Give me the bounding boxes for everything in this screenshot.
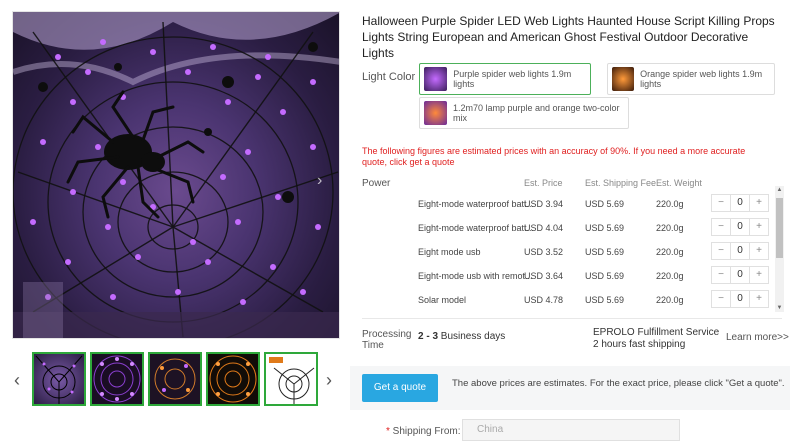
divider — [362, 318, 782, 319]
price-header: Est. Price — [524, 178, 563, 188]
get-quote-button[interactable]: Get a quote — [362, 374, 438, 402]
quantity-stepper: − 0 + — [711, 266, 769, 284]
quantity-stepper: − 0 + — [711, 242, 769, 260]
row-weight: 220.0g — [656, 199, 684, 209]
thumbnail-4[interactable] — [206, 352, 260, 406]
row-shipping: USD 5.69 — [585, 295, 625, 305]
thumb-orange-web-icon — [209, 355, 257, 403]
thumb-web-icon — [35, 355, 83, 404]
table-row: Eight-mode waterproof batt... USD 4.04 U… — [362, 216, 772, 240]
thumb-white-web-icon — [269, 357, 315, 404]
quantity-value[interactable]: 0 — [730, 219, 750, 235]
processing-time-value: 2 - 3 Business days — [418, 331, 505, 342]
mix-swatch — [424, 101, 447, 125]
learn-more-link[interactable]: Learn more>> — [726, 332, 789, 343]
row-shipping: USD 5.69 — [585, 199, 625, 209]
spider-web-illustration — [13, 12, 339, 338]
fulfillment-service: EPROLO Fulfillment Service 2 hours fast … — [593, 327, 719, 351]
quantity-value[interactable]: 0 — [730, 291, 750, 307]
quantity-value[interactable]: 0 — [730, 195, 750, 211]
quantity-stepper: − 0 + — [711, 218, 769, 236]
row-shipping: USD 5.69 — [585, 223, 625, 233]
light-option-label: Purple spider web lights 1.9m lights — [453, 69, 572, 89]
table-row: Solar model USD 4.78 USD 5.69 220.0g − 0… — [362, 288, 772, 312]
thumbnail-2[interactable] — [90, 352, 144, 406]
thumbnail-5[interactable] — [264, 352, 318, 406]
shipping-from-label: * Shipping From: — [386, 426, 461, 437]
processing-days: 2 - 3 — [418, 331, 439, 342]
table-row: Eight-mode usb with remot... USD 3.64 US… — [362, 264, 772, 288]
processing-days-suffix: Business days — [438, 331, 506, 342]
thumbnail-1[interactable] — [32, 352, 86, 406]
light-option-purple[interactable]: Purple spider web lights 1.9m lights — [419, 63, 591, 95]
weight-header: Est. Weight — [656, 178, 702, 188]
product-main-image: › — [12, 11, 340, 339]
product-title: Halloween Purple Spider LED Web Lights H… — [362, 14, 775, 60]
row-power: Eight-mode waterproof batt... — [418, 199, 535, 209]
fulfillment-speed: 2 hours fast shipping — [593, 339, 686, 350]
shipping-from-field[interactable]: China — [462, 419, 680, 441]
row-power: Eight mode usb — [418, 247, 481, 257]
increment-button[interactable]: + — [750, 219, 768, 235]
row-power: Eight-mode usb with remot... — [418, 271, 533, 281]
row-price: USD 4.04 — [524, 223, 564, 233]
decrement-button[interactable]: − — [712, 219, 730, 235]
thumb-mixed-web-icon — [154, 358, 196, 400]
processing-time-label: Processing Time — [362, 329, 412, 351]
increment-button[interactable]: + — [750, 267, 768, 283]
shipping-from-text: Shipping From: — [389, 426, 461, 437]
decrement-button[interactable]: − — [712, 195, 730, 211]
shipping-header: Est. Shipping Fee — [585, 178, 657, 188]
increment-button[interactable]: + — [750, 243, 768, 259]
row-weight: 220.0g — [656, 271, 684, 281]
chevron-left-icon[interactable]: ‹ — [14, 370, 20, 391]
light-option-mix[interactable]: 1.2m70 lamp purple and orange two-color … — [419, 97, 629, 129]
light-option-orange[interactable]: Orange spider web lights 1.9m lights — [607, 63, 775, 95]
row-weight: 220.0g — [656, 223, 684, 233]
estimate-warning: The following figures are estimated pric… — [362, 146, 746, 167]
quote-area: Get a quote The above prices are estimat… — [350, 366, 790, 410]
table-row: Eight mode usb USD 3.52 USD 5.69 220.0g … — [362, 240, 772, 264]
table-row: Eight-mode waterproof batt... USD 3.94 U… — [362, 192, 772, 216]
light-color-label: Light Color — [362, 71, 416, 83]
thumb-purple-web-icon — [93, 355, 141, 403]
thumbnail-strip: ‹ › — [12, 352, 342, 408]
pricing-table: Power Est. Price Est. Shipping Fee Est. … — [362, 172, 785, 312]
fulfillment-name: EPROLO Fulfillment Service — [593, 327, 720, 338]
decrement-button[interactable]: − — [712, 291, 730, 307]
scroll-up-icon[interactable]: ▲ — [776, 186, 783, 194]
increment-button[interactable]: + — [750, 195, 768, 211]
table-scrollbar[interactable]: ▲ ▼ — [775, 186, 784, 312]
increment-button[interactable]: + — [750, 291, 768, 307]
row-shipping: USD 5.69 — [585, 271, 625, 281]
quantity-value[interactable]: 0 — [730, 243, 750, 259]
decrement-button[interactable]: − — [712, 267, 730, 283]
decrement-button[interactable]: − — [712, 243, 730, 259]
row-weight: 220.0g — [656, 295, 684, 305]
image-next-icon[interactable]: › — [317, 172, 322, 190]
light-option-label: 1.2m70 lamp purple and orange two-color … — [452, 103, 620, 123]
purple-swatch — [424, 67, 448, 91]
row-price: USD 3.64 — [524, 271, 564, 281]
orange-swatch — [612, 67, 635, 91]
row-price: USD 4.78 — [524, 295, 564, 305]
power-header: Power — [362, 178, 391, 189]
row-power: Eight-mode waterproof batt... — [418, 223, 535, 233]
row-shipping: USD 5.69 — [585, 247, 625, 257]
quote-note: The above prices are estimates. For the … — [452, 378, 785, 389]
scrollbar-thumb[interactable] — [776, 198, 783, 258]
row-price: USD 3.94 — [524, 199, 564, 209]
row-weight: 220.0g — [656, 247, 684, 257]
quantity-stepper: − 0 + — [711, 290, 769, 308]
row-power: Solar model — [418, 295, 467, 305]
quantity-stepper: − 0 + — [711, 194, 769, 212]
scroll-down-icon[interactable]: ▼ — [776, 304, 783, 312]
quantity-value[interactable]: 0 — [730, 267, 750, 283]
thumbnail-3[interactable] — [148, 352, 202, 406]
light-option-label: Orange spider web lights 1.9m lights — [640, 69, 763, 89]
row-price: USD 3.52 — [524, 247, 564, 257]
chevron-right-icon[interactable]: › — [326, 370, 332, 391]
